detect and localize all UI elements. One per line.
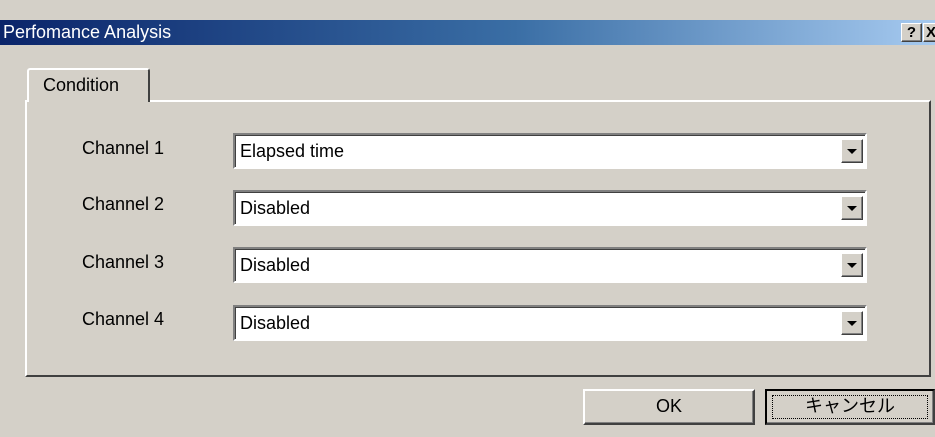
channel-2-label: Channel 2: [82, 194, 165, 214]
channel-3-dropdown-button[interactable]: [841, 253, 863, 277]
ok-button[interactable]: OK: [583, 389, 755, 425]
channel-2-value: Disabled: [240, 198, 311, 218]
channel-1-value: Elapsed time: [240, 141, 345, 161]
ok-button-label: OK: [655, 396, 682, 416]
title-bar[interactable]: Perfomance Analysis ? X: [0, 20, 935, 45]
channel-1-dropdown-button[interactable]: [841, 139, 863, 163]
tab-condition[interactable]: Condition: [27, 68, 150, 102]
cancel-button[interactable]: キャンセル: [765, 389, 935, 425]
close-button[interactable]: X: [923, 23, 935, 42]
channel-3-label: Channel 3: [82, 252, 165, 272]
tab-condition-label: Condition: [43, 75, 120, 95]
window-title: Perfomance Analysis: [3, 22, 172, 42]
channel-2-select[interactable]: Disabled: [233, 190, 867, 226]
channel-4-value: Disabled: [240, 313, 311, 333]
chevron-down-icon: [847, 206, 857, 211]
channel-3-value: Disabled: [240, 255, 311, 275]
help-button[interactable]: ?: [901, 23, 922, 42]
channel-4-label: Channel 4: [82, 309, 165, 329]
channel-3-select[interactable]: Disabled: [233, 247, 867, 283]
chevron-down-icon: [847, 149, 857, 154]
close-icon: X: [926, 24, 935, 41]
dialog-window: Perfomance Analysis ? X Condition Channe…: [0, 0, 935, 437]
chevron-down-icon: [847, 321, 857, 326]
chevron-down-icon: [847, 263, 857, 268]
channel-4-select[interactable]: Disabled: [233, 305, 867, 341]
channel-2-dropdown-button[interactable]: [841, 196, 863, 220]
help-icon: ?: [906, 24, 917, 41]
channel-1-select[interactable]: Elapsed time: [233, 133, 867, 169]
cancel-button-label: キャンセル: [805, 396, 895, 416]
channel-4-dropdown-button[interactable]: [841, 311, 863, 335]
channel-1-label: Channel 1: [82, 138, 165, 158]
